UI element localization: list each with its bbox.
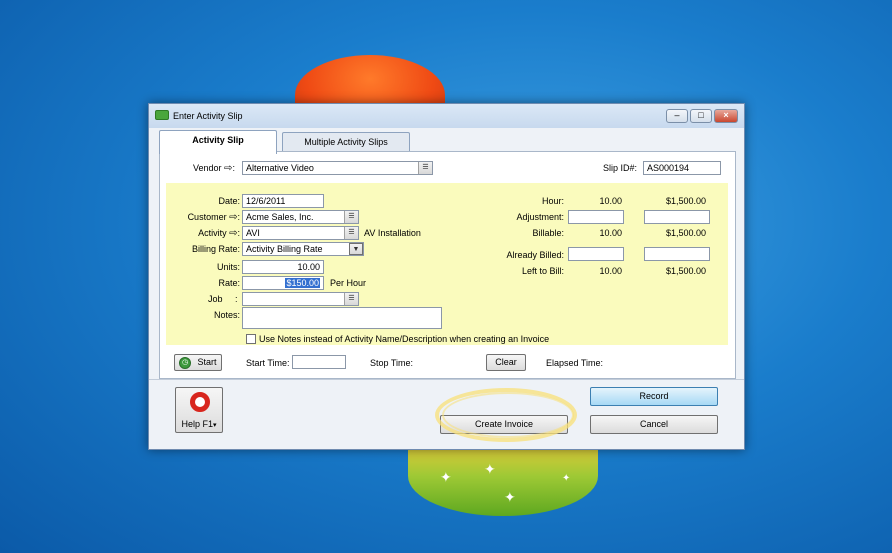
- maximize-button[interactable]: □: [690, 109, 712, 123]
- tab-multiple-activity-slips[interactable]: Multiple Activity Slips: [282, 132, 410, 153]
- job-dropdown-icon[interactable]: ☰: [344, 293, 358, 305]
- already-billed-label: Already Billed:: [506, 250, 564, 260]
- stop-time-label: Stop Time:: [370, 358, 414, 368]
- hour-amount: $1,500.00: [665, 196, 706, 206]
- activity-slip-panel: Vendor ⇨: Alternative Video ☰ Slip ID#: …: [159, 151, 736, 379]
- customer-combo[interactable]: Acme Sales, Inc. ☰: [242, 210, 359, 224]
- cancel-button[interactable]: Cancel: [590, 415, 718, 434]
- tab-activity-slip[interactable]: Activity Slip: [159, 130, 277, 154]
- sparkle-icon: ✦: [562, 473, 571, 484]
- vendor-label: Vendor ⇨:: [193, 163, 235, 174]
- arrow-right-icon: ⇨: [229, 228, 238, 239]
- rate-value: $150.00: [285, 278, 320, 288]
- minimize-button[interactable]: –: [666, 109, 688, 123]
- hour-units: 10.00: [599, 196, 622, 206]
- date-label: Date:: [218, 196, 240, 206]
- slip-id-field[interactable]: AS000194: [643, 161, 721, 175]
- elapsed-time-label: Elapsed Time:: [546, 358, 604, 368]
- arrow-right-icon: ⇨: [229, 212, 238, 223]
- help-button-label: Help F1▾: [181, 419, 217, 429]
- app-icon: [155, 110, 169, 120]
- clear-button[interactable]: Clear: [486, 354, 526, 371]
- billable-label: Billable:: [532, 228, 564, 238]
- title-bar: Enter Activity Slip – □ ×: [149, 104, 744, 128]
- footer-divider: [149, 379, 744, 380]
- customer-dropdown-icon[interactable]: ☰: [344, 211, 358, 223]
- rate-field[interactable]: $150.00: [242, 276, 324, 290]
- start-button[interactable]: ◷ Start: [174, 354, 222, 371]
- record-button[interactable]: Record: [590, 387, 718, 406]
- billing-rate-select[interactable]: Activity Billing Rate ▼: [242, 242, 364, 256]
- left-to-bill-label: Left to Bill:: [521, 266, 564, 276]
- notes-textarea[interactable]: [242, 307, 442, 329]
- rate-suffix: Per Hour: [330, 278, 367, 288]
- adjustment-amount-field[interactable]: [644, 210, 710, 224]
- life-ring-icon: [190, 392, 210, 412]
- activity-details-section: Date: 12/6/2011 Customer ⇨: Acme Sales, …: [166, 183, 728, 345]
- tab-activity-slip-label: Activity Slip: [192, 135, 244, 145]
- tab-multiple-activity-slips-label: Multiple Activity Slips: [304, 137, 388, 147]
- job-colon: :: [235, 294, 238, 304]
- billable-amount: $1,500.00: [665, 228, 706, 238]
- already-billed-units-field[interactable]: [568, 247, 624, 261]
- units-label: Units:: [216, 262, 240, 272]
- vendor-combo[interactable]: Alternative Video ☰: [242, 161, 433, 175]
- help-button[interactable]: Help F1▾: [175, 387, 223, 433]
- date-field[interactable]: 12/6/2011: [242, 194, 324, 208]
- job-combo[interactable]: ☰: [242, 292, 359, 306]
- enter-activity-slip-window: Enter Activity Slip – □ × Activity Slip …: [148, 103, 745, 450]
- activity-dropdown-icon[interactable]: ☰: [344, 227, 358, 239]
- highlight-ring-inner: [442, 392, 574, 438]
- notes-label: Notes:: [213, 310, 240, 320]
- sparkle-icon: ✦: [440, 469, 452, 485]
- rate-label: Rate:: [218, 278, 240, 288]
- units-field[interactable]: 10.00: [242, 260, 324, 274]
- activity-description: AV Installation: [364, 228, 421, 238]
- slip-id-label: Slip ID#:: [603, 163, 638, 173]
- customer-label: Customer ⇨:: [187, 212, 240, 223]
- billable-units: 10.00: [599, 228, 622, 238]
- sparkle-icon: ✦: [484, 461, 496, 477]
- left-to-bill-units: 10.00: [599, 266, 622, 276]
- billing-rate-label: Billing Rate:: [191, 244, 240, 254]
- adjustment-units-field[interactable]: [568, 210, 624, 224]
- clock-icon: ◷: [179, 357, 191, 369]
- vendor-dropdown-icon[interactable]: ☰: [418, 162, 432, 174]
- start-time-field[interactable]: [292, 355, 346, 369]
- activity-combo[interactable]: AVI ☰: [242, 226, 359, 240]
- sparkle-icon: ✦: [504, 489, 516, 505]
- close-button[interactable]: ×: [714, 109, 738, 123]
- hour-label: Hour:: [541, 196, 564, 206]
- job-label: Job: [208, 294, 223, 304]
- left-to-bill-amount: $1,500.00: [665, 266, 706, 276]
- already-billed-amount-field[interactable]: [644, 247, 710, 261]
- start-time-label: Start Time:: [246, 358, 290, 368]
- chevron-down-icon[interactable]: ▼: [349, 243, 363, 255]
- adjustment-label: Adjustment:: [516, 212, 564, 222]
- use-notes-checkbox[interactable]: [246, 334, 256, 344]
- arrow-right-icon: ⇨: [224, 163, 233, 174]
- window-title: Enter Activity Slip: [173, 111, 243, 121]
- activity-label: Activity ⇨:: [198, 228, 240, 239]
- use-notes-label: Use Notes instead of Activity Name/Descr…: [259, 334, 550, 344]
